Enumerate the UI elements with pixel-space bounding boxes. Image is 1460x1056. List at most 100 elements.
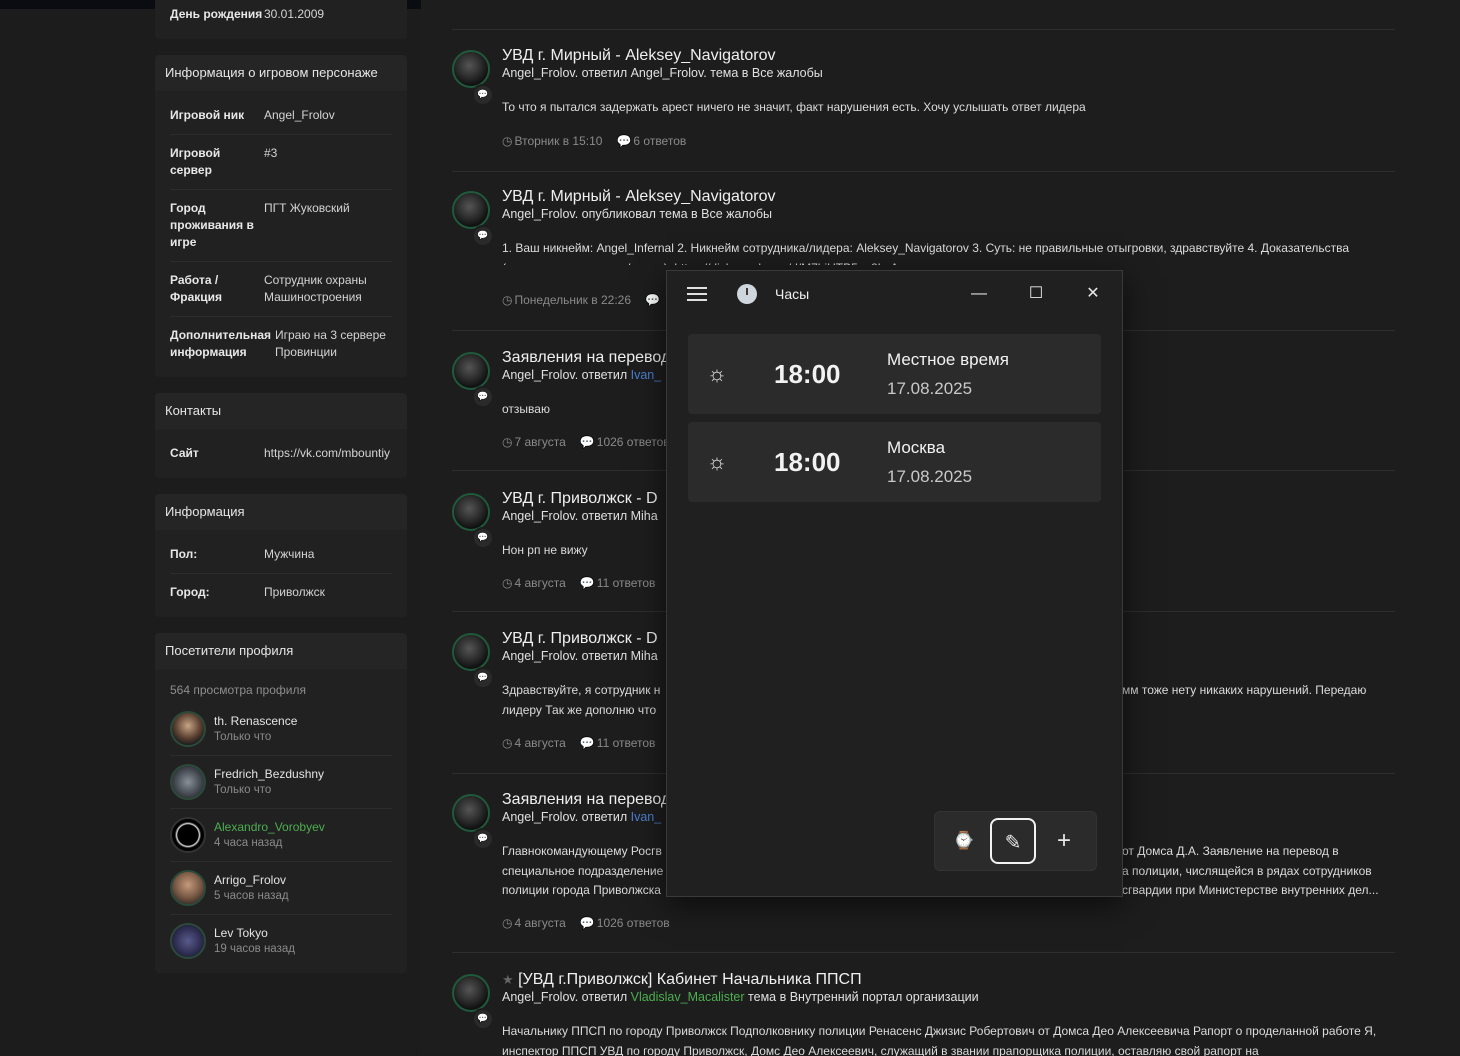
text-line: полиции города Приволжска [502, 883, 661, 897]
visitor-item[interactable]: Arrigo_Frolov 5 часов назад [170, 862, 392, 915]
visitors-card-title: Посетители профиля [155, 633, 407, 669]
minimize-button[interactable]: — [965, 281, 993, 307]
item-date: 4 августа [514, 916, 566, 930]
add-button[interactable]: + [1041, 818, 1087, 864]
clock-app-window: Часы — ☐ ✕ ☼ 18:00 Местное время 17.08.2… [666, 270, 1123, 897]
user-link[interactable]: Ivan_ [631, 368, 662, 382]
item-meta: Angel_Frolov. ответил Ivan_ [502, 810, 661, 824]
thread-title[interactable]: ★ [УВД г.Приволжск] Кабинет Начальника П… [502, 971, 862, 989]
contacts-card: Контакты Сайт https://vk.com/mbountiy [155, 393, 407, 478]
row-key: Работа / Фракция [170, 273, 223, 304]
row-value: Мужчина [264, 547, 315, 561]
row-value: Играю на 3 сервере Провинции [275, 328, 386, 359]
avatar[interactable] [170, 923, 206, 959]
avatar[interactable] [170, 870, 206, 906]
compare-time-icon[interactable]: ⌚ [941, 818, 987, 864]
clock-date: 17.08.2025 [887, 379, 973, 398]
avatar[interactable] [452, 352, 490, 390]
visitor-name[interactable]: Alexandro_Vorobyev [214, 819, 325, 835]
visitor-name[interactable]: Lev Tokyo [214, 925, 295, 941]
visitor-name[interactable]: Fredrich_Bezdushny [214, 766, 324, 782]
text-line: сгвардии при Министерстве внутренних дел… [1122, 883, 1379, 897]
row-key: Игровой ник [170, 108, 245, 122]
thread-title[interactable]: Заявления на перевод [502, 349, 670, 367]
avatar[interactable] [452, 794, 490, 832]
birthday-key: День рождения [170, 7, 263, 21]
text-left: Здравствуйте, я сотрудник н [502, 683, 661, 697]
visitor-item[interactable]: Lev Tokyo 19 часов назад [170, 915, 392, 967]
visitor-time: Только что [214, 784, 272, 796]
user-link[interactable]: Vladislav_Macalister [631, 990, 745, 1004]
sun-icon: ☼ [706, 449, 728, 474]
thread-title[interactable]: УВД г. Мирный - Aleksey_Navigatorov [502, 47, 776, 65]
comment-icon: 💬 [472, 527, 494, 549]
clock-icon: ◷ [502, 293, 513, 307]
row-key: Сайт [170, 446, 199, 460]
character-card: Информация о игровом персонаже Игровой н… [155, 55, 407, 377]
item-meta: Angel_Frolov. ответил Ivan_ [502, 368, 661, 382]
info-row: Город: Приволжск [170, 574, 392, 611]
item-footer: ◷ 4 августа 💬 11 ответов [502, 576, 669, 590]
comment-icon: 💬 [579, 736, 595, 750]
reply-count: 6 ответов [633, 134, 687, 148]
user-link[interactable]: Ivan_ [631, 810, 662, 824]
avatar[interactable] [452, 50, 490, 88]
clock-icon: ◷ [502, 916, 513, 930]
info-card: Информация Пол: Мужчина Город: Приволжск [155, 494, 407, 617]
divider [452, 171, 1395, 172]
clock-toolbar: ⌚ ✎ + [934, 811, 1097, 871]
maximize-button[interactable]: ☐ [1022, 281, 1050, 307]
comment-icon: 💬 [472, 1008, 494, 1030]
visitor-item[interactable]: Fredrich_Bezdushny Только что [170, 756, 392, 809]
thread-title[interactable]: Заявления на перевод [502, 791, 670, 809]
item-date: 4 августа [514, 736, 566, 750]
avatar[interactable] [452, 633, 490, 671]
item-date: Понедельник в 22:26 [514, 293, 632, 307]
clock-icon: ◷ [502, 134, 513, 148]
text-line: а полиции, числящейся в рядах сотруднико… [1122, 863, 1372, 878]
thread-title[interactable]: УВД г. Мирный - Aleksey_Navigatorov [502, 188, 776, 206]
avatar[interactable] [170, 817, 206, 853]
item-meta: Angel_Frolov. опубликовал тема в Все жал… [502, 207, 772, 221]
world-clock-tile[interactable]: ☼ 18:00 Москва 17.08.2025 [688, 422, 1101, 502]
row-value: Angel_Frolov [264, 108, 335, 122]
item-meta: Angel_Frolov. ответил Miha [502, 509, 658, 523]
visitor-time: Только что [214, 731, 272, 743]
avatar[interactable] [452, 974, 490, 1012]
item-footer: ◷ 7 августа 💬 1026 ответов [502, 435, 684, 449]
clock-icon: ◷ [502, 576, 513, 590]
visitors-card: Посетители профиля 564 просмотра профиля… [155, 633, 407, 973]
visitor-name[interactable]: th. Renascence [214, 713, 297, 729]
visitor-name[interactable]: Arrigo_Frolov [214, 872, 289, 888]
menu-icon[interactable] [687, 287, 707, 301]
visitor-time: 4 часа назад [214, 837, 283, 849]
item-date: 4 августа [514, 576, 566, 590]
avatar[interactable] [452, 493, 490, 531]
thread-title[interactable]: УВД г. Приволжск - D [502, 490, 658, 508]
edit-button[interactable]: ✎ [990, 818, 1036, 864]
thread-title-text[interactable]: [УВД г.Приволжск] Кабинет Начальника ППС… [518, 971, 862, 988]
avatar[interactable] [452, 191, 490, 229]
world-clock-tile[interactable]: ☼ 18:00 Местное время 17.08.2025 [688, 334, 1101, 414]
title-bar[interactable]: Часы — ☐ ✕ [667, 271, 1122, 317]
thread-title[interactable]: УВД г. Приволжск - D [502, 630, 658, 648]
item-footer: ◷ 4 августа 💬 11 ответов [502, 736, 669, 750]
profile-views-count: 564 просмотра профиля [170, 683, 306, 697]
visitor-item[interactable]: th. Renascence Только что [170, 703, 392, 756]
avatar[interactable] [170, 711, 206, 747]
comment-icon: 💬 [579, 916, 595, 930]
item-text: То что я пытался задержать арест ничего … [502, 100, 1086, 114]
visitor-item[interactable]: Alexandro_Vorobyev 4 часа назад [170, 809, 392, 862]
avatar[interactable] [170, 764, 206, 800]
close-button[interactable]: ✕ [1079, 281, 1107, 307]
sun-icon: ☼ [706, 361, 728, 386]
comment-icon: 💬 [579, 435, 595, 449]
item-footer: ◷ Понедельник в 22:26 💬 [502, 293, 674, 307]
row-key: Город: [170, 585, 210, 599]
row-value: #3 [264, 146, 278, 160]
site-link[interactable]: https://vk.com/mbountiy [264, 445, 390, 462]
character-card-title: Информация о игровом персонаже [155, 55, 407, 91]
text-right: мм тоже нету никаких нарушений. Передаю [1122, 683, 1367, 697]
meta-prefix: Angel_Frolov. ответил [502, 368, 628, 382]
row-key: Пол: [170, 547, 198, 561]
